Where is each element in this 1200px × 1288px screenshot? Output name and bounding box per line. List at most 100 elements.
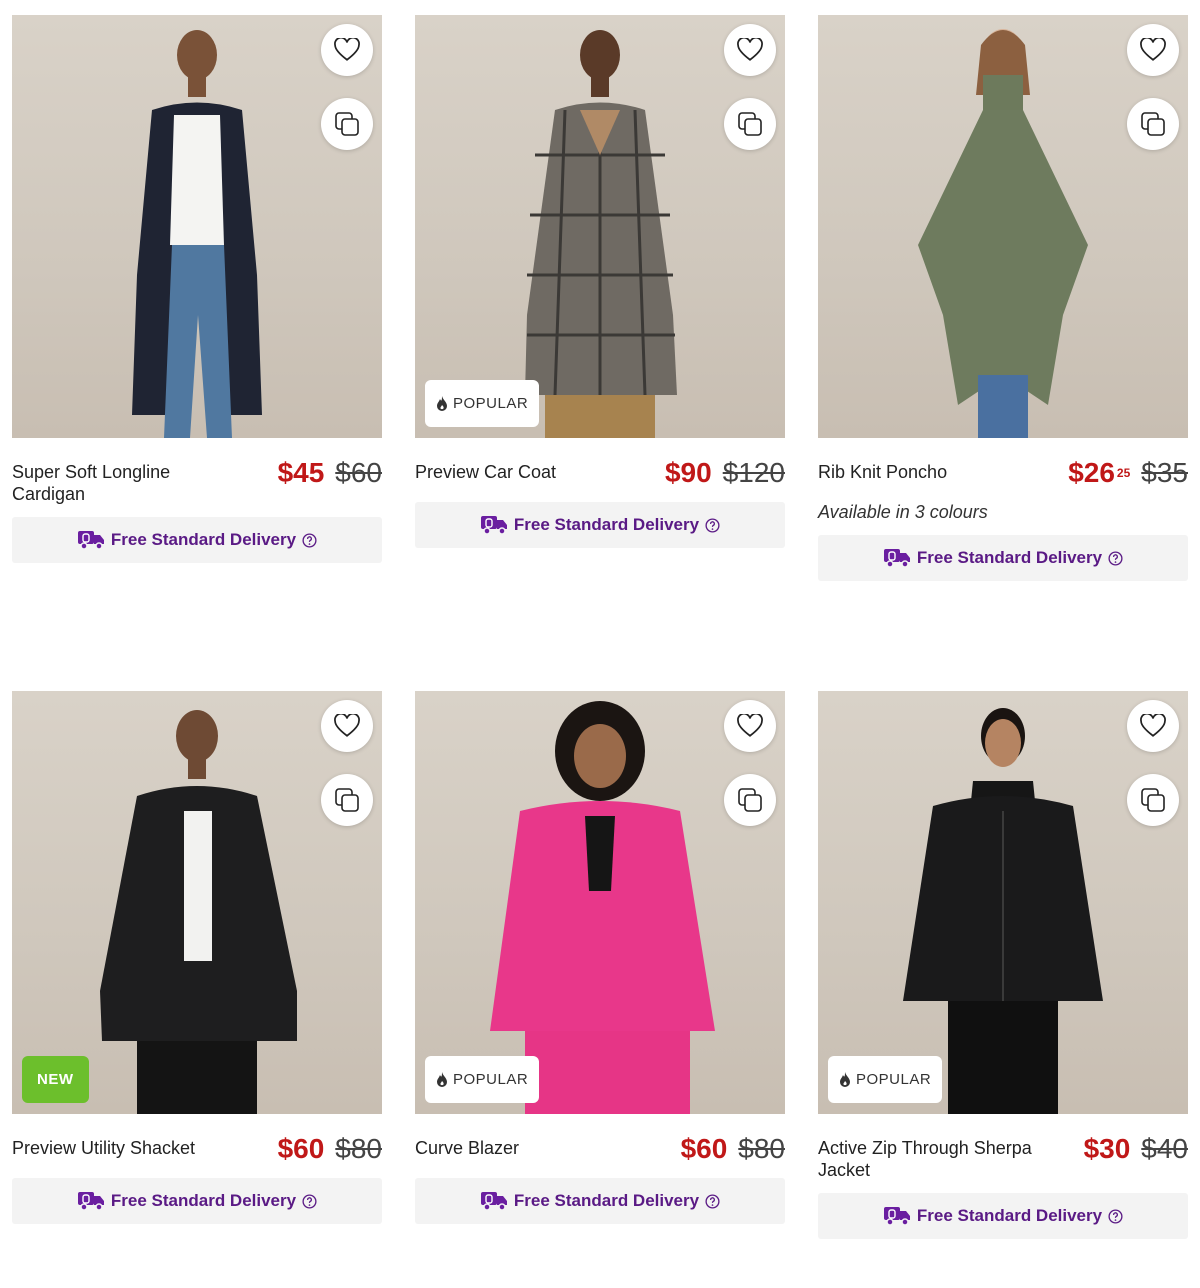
- delivery-banner[interactable]: Free Standard Delivery: [12, 517, 382, 563]
- available-colours: Available in 3 colours: [818, 502, 988, 522]
- product-info: Preview Utility Shacket $60 $80: [12, 1132, 382, 1166]
- delivery-banner[interactable]: Free Standard Delivery: [818, 1193, 1188, 1239]
- delivery-truck-icon: [883, 1207, 910, 1226]
- current-price: $26 25: [1068, 457, 1131, 488]
- product-card[interactable]: POPULAR Curve Blazer $60 $80 Free Standa…: [415, 691, 785, 1224]
- current-price: $45: [277, 457, 325, 488]
- wishlist-button[interactable]: [1127, 700, 1179, 752]
- wishlist-button[interactable]: [1127, 24, 1179, 76]
- price-cents: 25: [1116, 466, 1131, 480]
- current-price: $60: [680, 1133, 728, 1164]
- price-block: $60 $80: [278, 1132, 382, 1166]
- original-price: $120: [722, 457, 785, 488]
- heart-outline-icon: [334, 714, 360, 737]
- flame-icon: [437, 396, 447, 411]
- popular-badge: POPULAR: [425, 1056, 540, 1103]
- product-name[interactable]: Super Soft Longline Cardigan: [12, 456, 237, 505]
- question-circle-icon[interactable]: [302, 1193, 317, 1209]
- product-card[interactable]: Super Soft Longline Cardigan $45 $60 Fre…: [12, 15, 382, 563]
- question-circle-icon[interactable]: [1108, 550, 1123, 566]
- compare-button[interactable]: [724, 774, 776, 826]
- product-image[interactable]: NEW: [12, 691, 382, 1114]
- delivery-banner[interactable]: Free Standard Delivery: [415, 1178, 785, 1224]
- product-name[interactable]: Preview Utility Shacket: [12, 1132, 237, 1159]
- compare-button[interactable]: [1127, 774, 1179, 826]
- badge-label: POPULAR: [453, 1071, 529, 1088]
- model-photo: [490, 701, 715, 1114]
- model-photo: [918, 29, 1088, 438]
- product-card[interactable]: Rib Knit Poncho $26 25 $35 Available in 3…: [818, 15, 1188, 581]
- product-info: Active Zip Through Sherpa Jacket $30 $40: [818, 1132, 1188, 1181]
- wishlist-button[interactable]: [724, 700, 776, 752]
- price-block: $26 25 $35: [1068, 456, 1188, 490]
- product-image[interactable]: POPULAR: [415, 15, 785, 438]
- popular-badge: POPULAR: [828, 1056, 943, 1103]
- compare-squares-icon: [738, 788, 762, 812]
- delivery-truck-icon: [480, 516, 507, 535]
- question-circle-icon[interactable]: [1108, 1208, 1123, 1224]
- delivery-text: Free Standard Delivery: [110, 1191, 297, 1210]
- popular-badge: POPULAR: [425, 380, 540, 427]
- badge-label: POPULAR: [453, 395, 529, 412]
- wishlist-button[interactable]: [321, 24, 373, 76]
- original-price: $60: [335, 457, 382, 488]
- product-name[interactable]: Rib Knit Poncho: [818, 456, 1043, 483]
- product-image[interactable]: POPULAR: [818, 691, 1188, 1114]
- question-circle-icon[interactable]: [705, 1193, 720, 1209]
- product-name[interactable]: Curve Blazer: [415, 1132, 640, 1159]
- compare-squares-icon: [738, 112, 762, 136]
- product-image[interactable]: [12, 15, 382, 438]
- delivery-text: Free Standard Delivery: [916, 548, 1103, 567]
- compare-button[interactable]: [724, 98, 776, 150]
- compare-button[interactable]: [321, 98, 373, 150]
- badge-label: POPULAR: [856, 1071, 932, 1088]
- price-block: $45 $60: [278, 456, 382, 490]
- product-image[interactable]: POPULAR: [415, 691, 785, 1114]
- original-price: $80: [738, 1133, 785, 1164]
- original-price: $35: [1141, 457, 1188, 488]
- question-circle-icon[interactable]: [302, 532, 317, 548]
- heart-outline-icon: [737, 38, 763, 61]
- product-card[interactable]: POPULAR Active Zip Through Sherpa Jacket…: [818, 691, 1188, 1239]
- product-info: Super Soft Longline Cardigan $45 $60: [12, 456, 382, 505]
- model-photo: [903, 708, 1103, 1114]
- delivery-banner[interactable]: Free Standard Delivery: [415, 502, 785, 548]
- product-info: Preview Car Coat $90 $120: [415, 456, 785, 490]
- product-name[interactable]: Active Zip Through Sherpa Jacket: [818, 1132, 1043, 1181]
- current-price: $60: [277, 1133, 325, 1164]
- original-price: $80: [335, 1133, 382, 1164]
- model-photo: [100, 710, 297, 1114]
- product-image[interactable]: [818, 15, 1188, 438]
- current-price: $90: [664, 457, 712, 488]
- current-price: $30: [1083, 1133, 1131, 1164]
- delivery-text: Free Standard Delivery: [513, 1191, 700, 1210]
- product-info: Rib Knit Poncho $26 25 $35: [818, 456, 1188, 490]
- compare-button[interactable]: [1127, 98, 1179, 150]
- badge-label: NEW: [37, 1071, 74, 1088]
- compare-squares-icon: [335, 112, 359, 136]
- price-block: $30 $40: [1084, 1132, 1188, 1166]
- heart-outline-icon: [334, 38, 360, 61]
- delivery-text: Free Standard Delivery: [110, 530, 297, 549]
- question-circle-icon[interactable]: [705, 517, 720, 533]
- product-name[interactable]: Preview Car Coat: [415, 456, 640, 483]
- delivery-text: Free Standard Delivery: [513, 515, 700, 534]
- compare-button[interactable]: [321, 774, 373, 826]
- delivery-banner[interactable]: Free Standard Delivery: [818, 535, 1188, 581]
- heart-outline-icon: [737, 714, 763, 737]
- price-block: $60 $80: [681, 1132, 785, 1166]
- product-info: Curve Blazer $60 $80: [415, 1132, 785, 1166]
- original-price: $40: [1141, 1133, 1188, 1164]
- new-badge: NEW: [22, 1056, 89, 1103]
- wishlist-button[interactable]: [724, 24, 776, 76]
- product-card[interactable]: NEW Preview Utility Shacket $60 $80 Free…: [12, 691, 382, 1224]
- product-card[interactable]: POPULAR Preview Car Coat $90 $120 Free S…: [415, 15, 785, 548]
- delivery-banner[interactable]: Free Standard Delivery: [12, 1178, 382, 1224]
- compare-squares-icon: [1141, 112, 1165, 136]
- wishlist-button[interactable]: [321, 700, 373, 752]
- delivery-truck-icon: [883, 549, 910, 568]
- delivery-truck-icon: [77, 531, 104, 550]
- heart-outline-icon: [1140, 714, 1166, 737]
- heart-outline-icon: [1140, 38, 1166, 61]
- delivery-truck-icon: [77, 1192, 104, 1211]
